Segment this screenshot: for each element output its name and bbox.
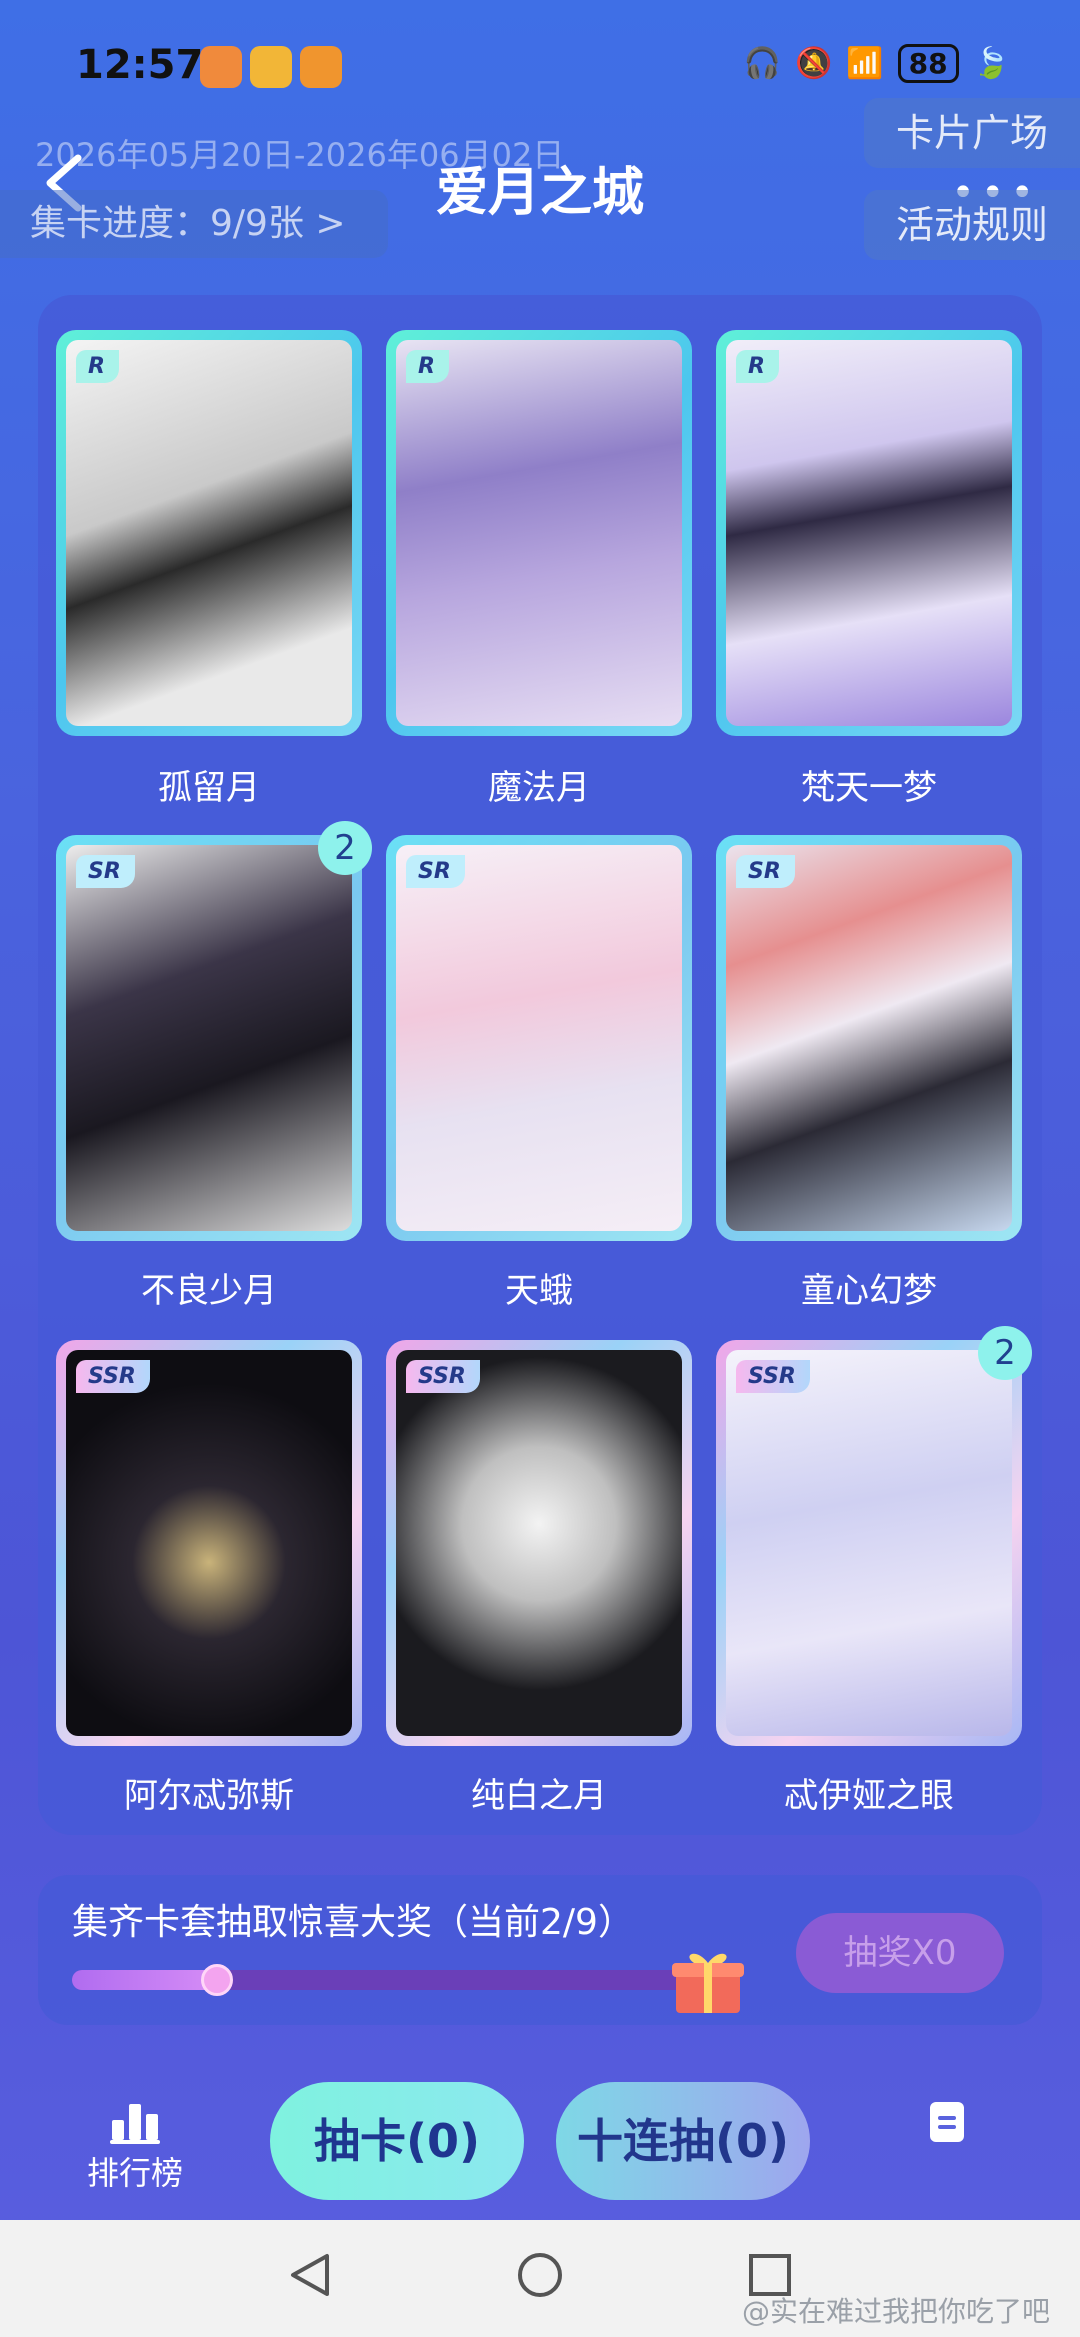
- card-illustration: SSR: [66, 1350, 352, 1736]
- nav-home-icon[interactable]: [515, 2250, 565, 2300]
- card-name: 天蛾: [505, 1271, 573, 1311]
- leaderboard-label: 排行榜: [86, 2154, 183, 2192]
- battery-indicator: 88: [897, 44, 959, 83]
- gift-icon: [672, 1953, 744, 2013]
- card[interactable]: SSR: [386, 1340, 692, 1746]
- gift-app-icon: [300, 46, 342, 88]
- card-illustration: R: [726, 340, 1012, 726]
- collection-progress-link[interactable]: 集卡进度：9/9张 >: [0, 190, 388, 258]
- card-illustration: SR: [726, 845, 1012, 1231]
- clock: 12:57: [76, 42, 204, 88]
- records-icon[interactable]: [930, 2102, 964, 2142]
- rarity-badge: SR: [406, 855, 465, 888]
- draw-ten-button[interactable]: 十连抽(0): [556, 2082, 810, 2200]
- card-square-button[interactable]: 卡片广场: [864, 98, 1080, 168]
- card[interactable]: SR: [56, 835, 362, 1241]
- lottery-button[interactable]: 抽奖X0: [796, 1913, 1004, 1993]
- mute-icon: 🔕: [794, 46, 833, 81]
- card[interactable]: R: [716, 330, 1022, 736]
- rarity-badge: SSR: [76, 1360, 150, 1393]
- card-illustration: SSR: [726, 1350, 1012, 1736]
- card[interactable]: SR: [386, 835, 692, 1241]
- card-illustration: SR: [396, 845, 682, 1231]
- bottom-action-bar: 排行榜 抽卡(0) 十连抽(0): [0, 2060, 1080, 2210]
- rarity-badge: SSR: [736, 1360, 810, 1393]
- card-name: 魔法月: [488, 768, 590, 808]
- card-name: 纯白之月: [471, 1776, 607, 1816]
- card-illustration: R: [396, 340, 682, 726]
- card[interactable]: SR: [716, 835, 1022, 1241]
- weibo-icon: [250, 46, 292, 88]
- card-name: 童心幻梦: [801, 1271, 937, 1311]
- watermark: @实在难过我把你吃了吧: [741, 2295, 1050, 2328]
- leaderboard-button[interactable]: 排行榜: [80, 2100, 190, 2194]
- nav-back-icon[interactable]: [285, 2250, 335, 2300]
- rarity-badge: SR: [76, 855, 135, 888]
- wifi-icon: 📶: [846, 46, 884, 81]
- status-icons: 🎧 🔕 📶 88 🍃: [744, 44, 1010, 83]
- rarity-badge: R: [736, 350, 779, 383]
- card-name: 不良少月: [141, 1271, 277, 1311]
- prize-progress-fill: [72, 1970, 218, 1990]
- card[interactable]: SSR: [716, 1340, 1022, 1746]
- headphone-icon: 🎧: [743, 46, 781, 81]
- prize-progress-bar: [72, 1964, 732, 1996]
- card-illustration: SR: [66, 845, 352, 1231]
- card[interactable]: SSR: [56, 1340, 362, 1746]
- card-name: 阿尔忒弥斯: [124, 1776, 294, 1816]
- duplicate-count-badge: 2: [318, 821, 372, 875]
- card[interactable]: R: [386, 330, 692, 736]
- card-name: 孤留月: [158, 768, 260, 808]
- card[interactable]: R: [56, 330, 362, 736]
- card-illustration: SSR: [396, 1350, 682, 1736]
- leaf-icon: 🍃: [972, 46, 1010, 81]
- grand-prize-text: 集齐卡套抽取惊喜大奖（当前2/9）: [72, 1902, 634, 1943]
- card-name: 梵天一梦: [801, 768, 937, 808]
- card-name: 忒伊娅之眼: [784, 1776, 954, 1816]
- rarity-badge: R: [406, 350, 449, 383]
- rarity-badge: R: [76, 350, 119, 383]
- rules-button[interactable]: 活动规则: [864, 190, 1080, 260]
- draw-one-button[interactable]: 抽卡(0): [270, 2082, 524, 2200]
- duplicate-count-badge: 2: [978, 1326, 1032, 1380]
- rarity-badge: SSR: [406, 1360, 480, 1393]
- prize-progress-knob: [201, 1964, 234, 1996]
- grand-prize-panel: 集齐卡套抽取惊喜大奖（当前2/9） 抽奖X0: [38, 1875, 1042, 2025]
- card-illustration: R: [66, 340, 352, 726]
- leaderboard-icon: [110, 2104, 160, 2144]
- card-grid: R 孤留月 R 魔法月 R 梵天一梦 SR 2 不良少月 SR 天蛾 SR 童心…: [38, 295, 1042, 1835]
- rarity-badge: SR: [736, 855, 795, 888]
- heart-app-icon: [200, 46, 242, 88]
